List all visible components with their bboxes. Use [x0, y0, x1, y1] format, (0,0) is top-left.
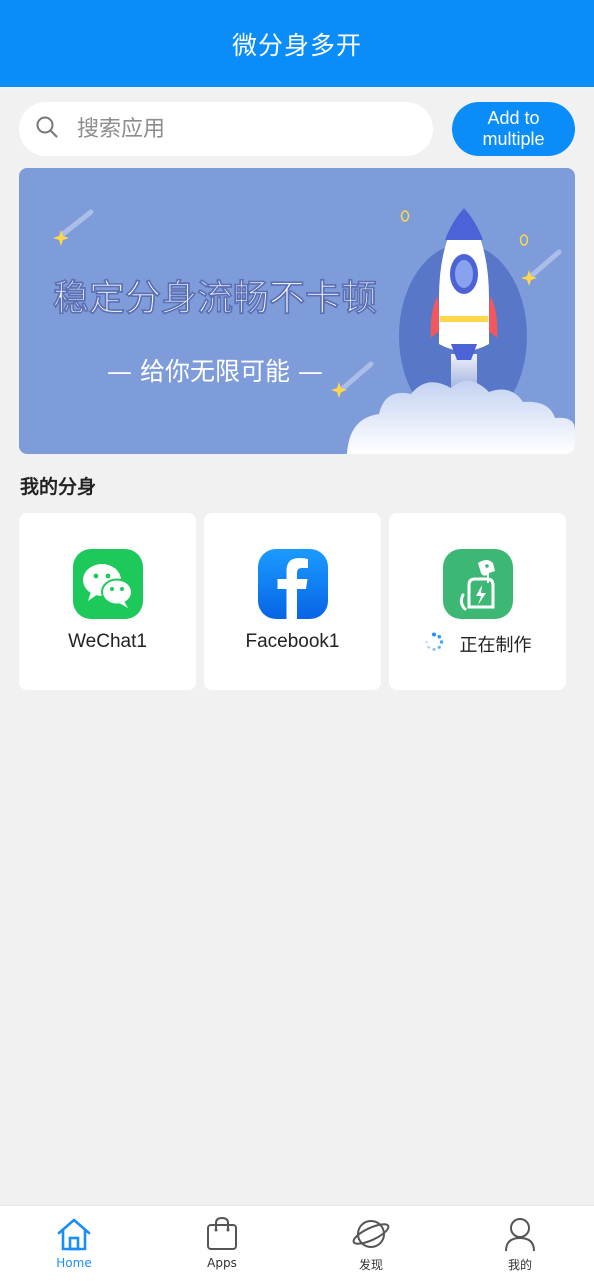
- nav-label: 我的: [507, 1258, 532, 1272]
- add-to-multiple-button[interactable]: Add to multiple: [452, 102, 575, 156]
- facebook-icon: [258, 549, 328, 619]
- nav-item-discover[interactable]: 发现: [321, 1206, 421, 1281]
- progress-row: 正在制作: [389, 631, 566, 657]
- app-header: 微分身多开: [0, 0, 594, 87]
- nav-label: 发现: [358, 1258, 383, 1272]
- shopping-bag-icon: [205, 1216, 239, 1256]
- app-label: Facebook1: [245, 631, 340, 652]
- wechat-icon: [73, 549, 143, 619]
- search-bar[interactable]: [19, 102, 433, 156]
- app-label: WeChat1: [68, 631, 147, 652]
- home-icon: [55, 1216, 93, 1256]
- app-card-in-progress[interactable]: 正在制作: [389, 513, 566, 690]
- bottom-nav: Home Apps 发现 我的: [0, 1205, 594, 1281]
- banner-headline: 稳定分身流畅不卡顿: [53, 278, 377, 319]
- planet-icon: [352, 1216, 390, 1256]
- user-icon: [503, 1216, 537, 1256]
- nav-item-me[interactable]: 我的: [470, 1206, 570, 1281]
- nav-label: Apps: [207, 1256, 237, 1270]
- nav-item-home[interactable]: Home: [24, 1206, 124, 1281]
- search-icon: [35, 115, 59, 143]
- app-card-facebook[interactable]: Facebook1: [204, 513, 381, 690]
- search-input[interactable]: [75, 115, 379, 143]
- page-title: 微分身多开: [231, 30, 362, 60]
- nav-item-apps[interactable]: Apps: [172, 1206, 272, 1281]
- banner-subline: — 给你无限可能 —: [107, 357, 323, 386]
- app-label: 正在制作: [459, 635, 532, 656]
- loading-spinner-icon: [424, 632, 444, 656]
- nav-label: Home: [56, 1256, 92, 1270]
- app-card-wechat[interactable]: WeChat1: [19, 513, 196, 690]
- clone-maker-icon: [443, 549, 513, 619]
- section-title: 我的分身: [20, 476, 97, 498]
- promo-banner[interactable]: 稳定分身流畅不卡顿 — 给你无限可能 —: [19, 168, 575, 454]
- cloud-illustration: [347, 380, 575, 454]
